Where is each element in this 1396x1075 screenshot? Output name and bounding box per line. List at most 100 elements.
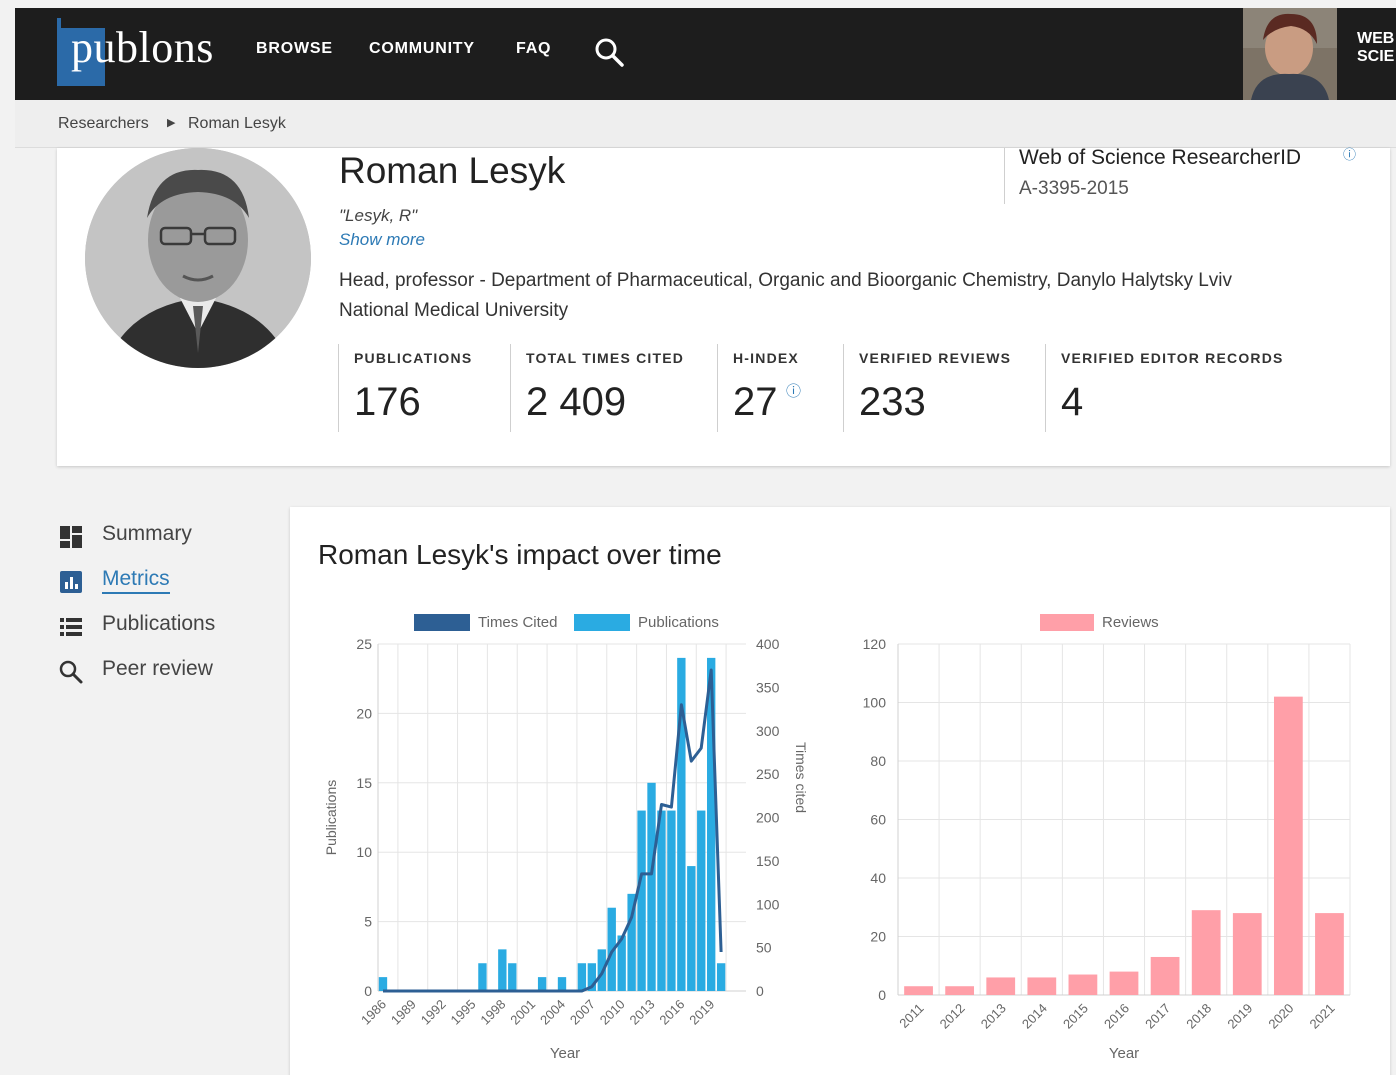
y-tick-label: 120 bbox=[863, 636, 887, 652]
researcher-id-help-icon[interactable]: ⓘ bbox=[1343, 144, 1356, 163]
y2-tick-label: 50 bbox=[756, 940, 772, 956]
y-tick-label: 40 bbox=[870, 870, 886, 886]
y2-tick-label: 400 bbox=[756, 636, 780, 652]
metrics-title: Roman Lesyk's impact over time bbox=[318, 539, 722, 570]
breadcrumb-researchers[interactable]: Researchers bbox=[58, 115, 149, 133]
y-tick-label: 25 bbox=[356, 636, 372, 652]
reviews-bar bbox=[1273, 696, 1303, 995]
stat-value: 176 bbox=[354, 380, 421, 424]
stat-h-index[interactable]: H-INDEX 27 ⓘ bbox=[717, 344, 843, 432]
x-tick-label: 1995 bbox=[448, 997, 479, 1028]
researcher-id-label: Web of Science ResearcherID bbox=[1019, 146, 1302, 169]
h-index-help-icon[interactable]: ⓘ bbox=[786, 380, 801, 401]
publications-bar bbox=[557, 977, 567, 991]
y-tick-label: 10 bbox=[356, 844, 372, 860]
breadcrumb: Researchers ▶ Roman Lesyk bbox=[15, 100, 1396, 148]
y-tick-label: 20 bbox=[870, 929, 886, 945]
x-tick-label: 1992 bbox=[418, 997, 449, 1028]
x-tick-label: 2019 bbox=[686, 997, 717, 1028]
publications-bar bbox=[716, 963, 726, 991]
y-tick-label: 5 bbox=[364, 914, 372, 930]
profile-card: Roman Lesyk "Lesyk, R" Show more Head, p… bbox=[57, 146, 1390, 466]
x-tick-label: 2011 bbox=[896, 1001, 926, 1031]
reviews-bar bbox=[1191, 910, 1221, 995]
nav-community[interactable]: COMMUNITY bbox=[369, 40, 475, 58]
stat-value: 4 bbox=[1061, 380, 1084, 424]
publications-bar bbox=[667, 810, 676, 991]
x-tick-label: 2016 bbox=[656, 997, 687, 1028]
reviews-bar bbox=[1232, 913, 1262, 995]
stat-label: VERIFIED REVIEWS bbox=[859, 350, 1012, 366]
x-tick-label: 2017 bbox=[1142, 1001, 1173, 1032]
legend-label-times-cited: Times Cited bbox=[478, 614, 557, 631]
reviews-bar bbox=[1027, 977, 1057, 995]
wos-line-1: WEB bbox=[1357, 30, 1395, 47]
y2-tick-label: 350 bbox=[756, 679, 780, 695]
wos-line-2: SCIE bbox=[1357, 48, 1395, 65]
x-axis-title: Year bbox=[550, 1045, 580, 1062]
web-of-science-link[interactable]: WEB SCIE bbox=[1357, 30, 1394, 66]
x-tick-label: 2015 bbox=[1060, 1001, 1091, 1032]
x-tick-label: 2014 bbox=[1019, 1001, 1050, 1032]
publons-logo[interactable]: publons bbox=[57, 18, 232, 86]
search-icon[interactable] bbox=[593, 36, 627, 70]
reviews-bar bbox=[1109, 971, 1139, 995]
stat-verified-reviews[interactable]: VERIFIED REVIEWS 233 bbox=[843, 344, 1045, 432]
y2-tick-label: 300 bbox=[756, 723, 780, 739]
user-avatar[interactable] bbox=[1243, 8, 1337, 100]
x-tick-label: 2007 bbox=[567, 997, 598, 1028]
publications-bar bbox=[637, 810, 646, 991]
nav-browse[interactable]: BROWSE bbox=[256, 40, 333, 58]
publications-bar bbox=[537, 977, 547, 991]
publications-bar bbox=[577, 963, 587, 991]
reviews-chart: Reviews 0 20 40 60 80 100 120 2011 2012 2013 2014 20… bbox=[863, 614, 1351, 1062]
researcher-name: Roman Lesyk bbox=[339, 150, 566, 191]
profile-photo bbox=[85, 148, 311, 368]
show-more-link[interactable]: Show more bbox=[339, 230, 425, 250]
y-tick-label: 100 bbox=[863, 695, 887, 711]
sidebar-item-metrics[interactable]: Metrics bbox=[58, 565, 258, 599]
stat-total-times-cited[interactable]: TOTAL TIMES CITED 2 409 bbox=[510, 344, 717, 432]
stat-verified-editor-records[interactable]: VERIFIED EDITOR RECORDS 4 bbox=[1045, 344, 1305, 432]
stat-label: VERIFIED EDITOR RECORDS bbox=[1061, 350, 1284, 366]
sidebar-item-summary[interactable]: Summary bbox=[58, 520, 258, 554]
stat-publications[interactable]: PUBLICATIONS 176 bbox=[338, 344, 510, 432]
top-navigation-bar: publons BROWSE COMMUNITY FAQ WEB SCIE bbox=[15, 8, 1396, 100]
legend-swatch-publications bbox=[574, 614, 630, 631]
x-tick-label: 2018 bbox=[1183, 1001, 1214, 1032]
reviews-bar bbox=[1150, 956, 1180, 995]
y-tick-label: 20 bbox=[356, 705, 372, 721]
publications-bar bbox=[647, 782, 656, 991]
y-tick-label: 80 bbox=[870, 753, 886, 769]
reviews-bar bbox=[945, 986, 975, 995]
y-tick-label: 0 bbox=[878, 987, 886, 1003]
sidebar-item-label: Summary bbox=[102, 522, 192, 545]
legend-label-publications: Publications bbox=[638, 614, 719, 631]
x-tick-label: 2016 bbox=[1101, 1001, 1132, 1032]
y-tick-label: 0 bbox=[364, 983, 372, 999]
stat-label: TOTAL TIMES CITED bbox=[526, 350, 685, 366]
y-axis-title: Publications bbox=[323, 780, 339, 856]
publications-bar bbox=[478, 963, 487, 991]
publications-bar bbox=[508, 963, 517, 991]
x-tick-label: 2019 bbox=[1224, 1001, 1255, 1032]
nav-faq[interactable]: FAQ bbox=[516, 40, 551, 58]
stat-label: PUBLICATIONS bbox=[354, 350, 473, 366]
researcher-id-divider bbox=[1004, 148, 1005, 204]
stat-label: H-INDEX bbox=[733, 350, 799, 366]
y2-tick-label: 150 bbox=[756, 853, 780, 869]
sidebar-item-peer-review[interactable]: Peer review bbox=[58, 655, 258, 689]
x-tick-label: 1998 bbox=[477, 997, 508, 1028]
x-tick-label: 2012 bbox=[937, 1001, 968, 1032]
x-tick-label: 1986 bbox=[358, 997, 389, 1028]
sidebar-item-publications[interactable]: Publications bbox=[58, 610, 258, 644]
publications-bar bbox=[657, 810, 666, 991]
reviews-bar bbox=[1068, 974, 1098, 995]
reviews-bar bbox=[904, 986, 933, 995]
x-tick-label: 2013 bbox=[978, 1001, 1009, 1032]
publications-bar bbox=[687, 866, 696, 991]
search-icon bbox=[58, 659, 84, 685]
y-tick-label: 15 bbox=[356, 775, 372, 791]
x-tick-label: 2001 bbox=[507, 997, 538, 1028]
x-tick-label: 2013 bbox=[627, 997, 658, 1028]
